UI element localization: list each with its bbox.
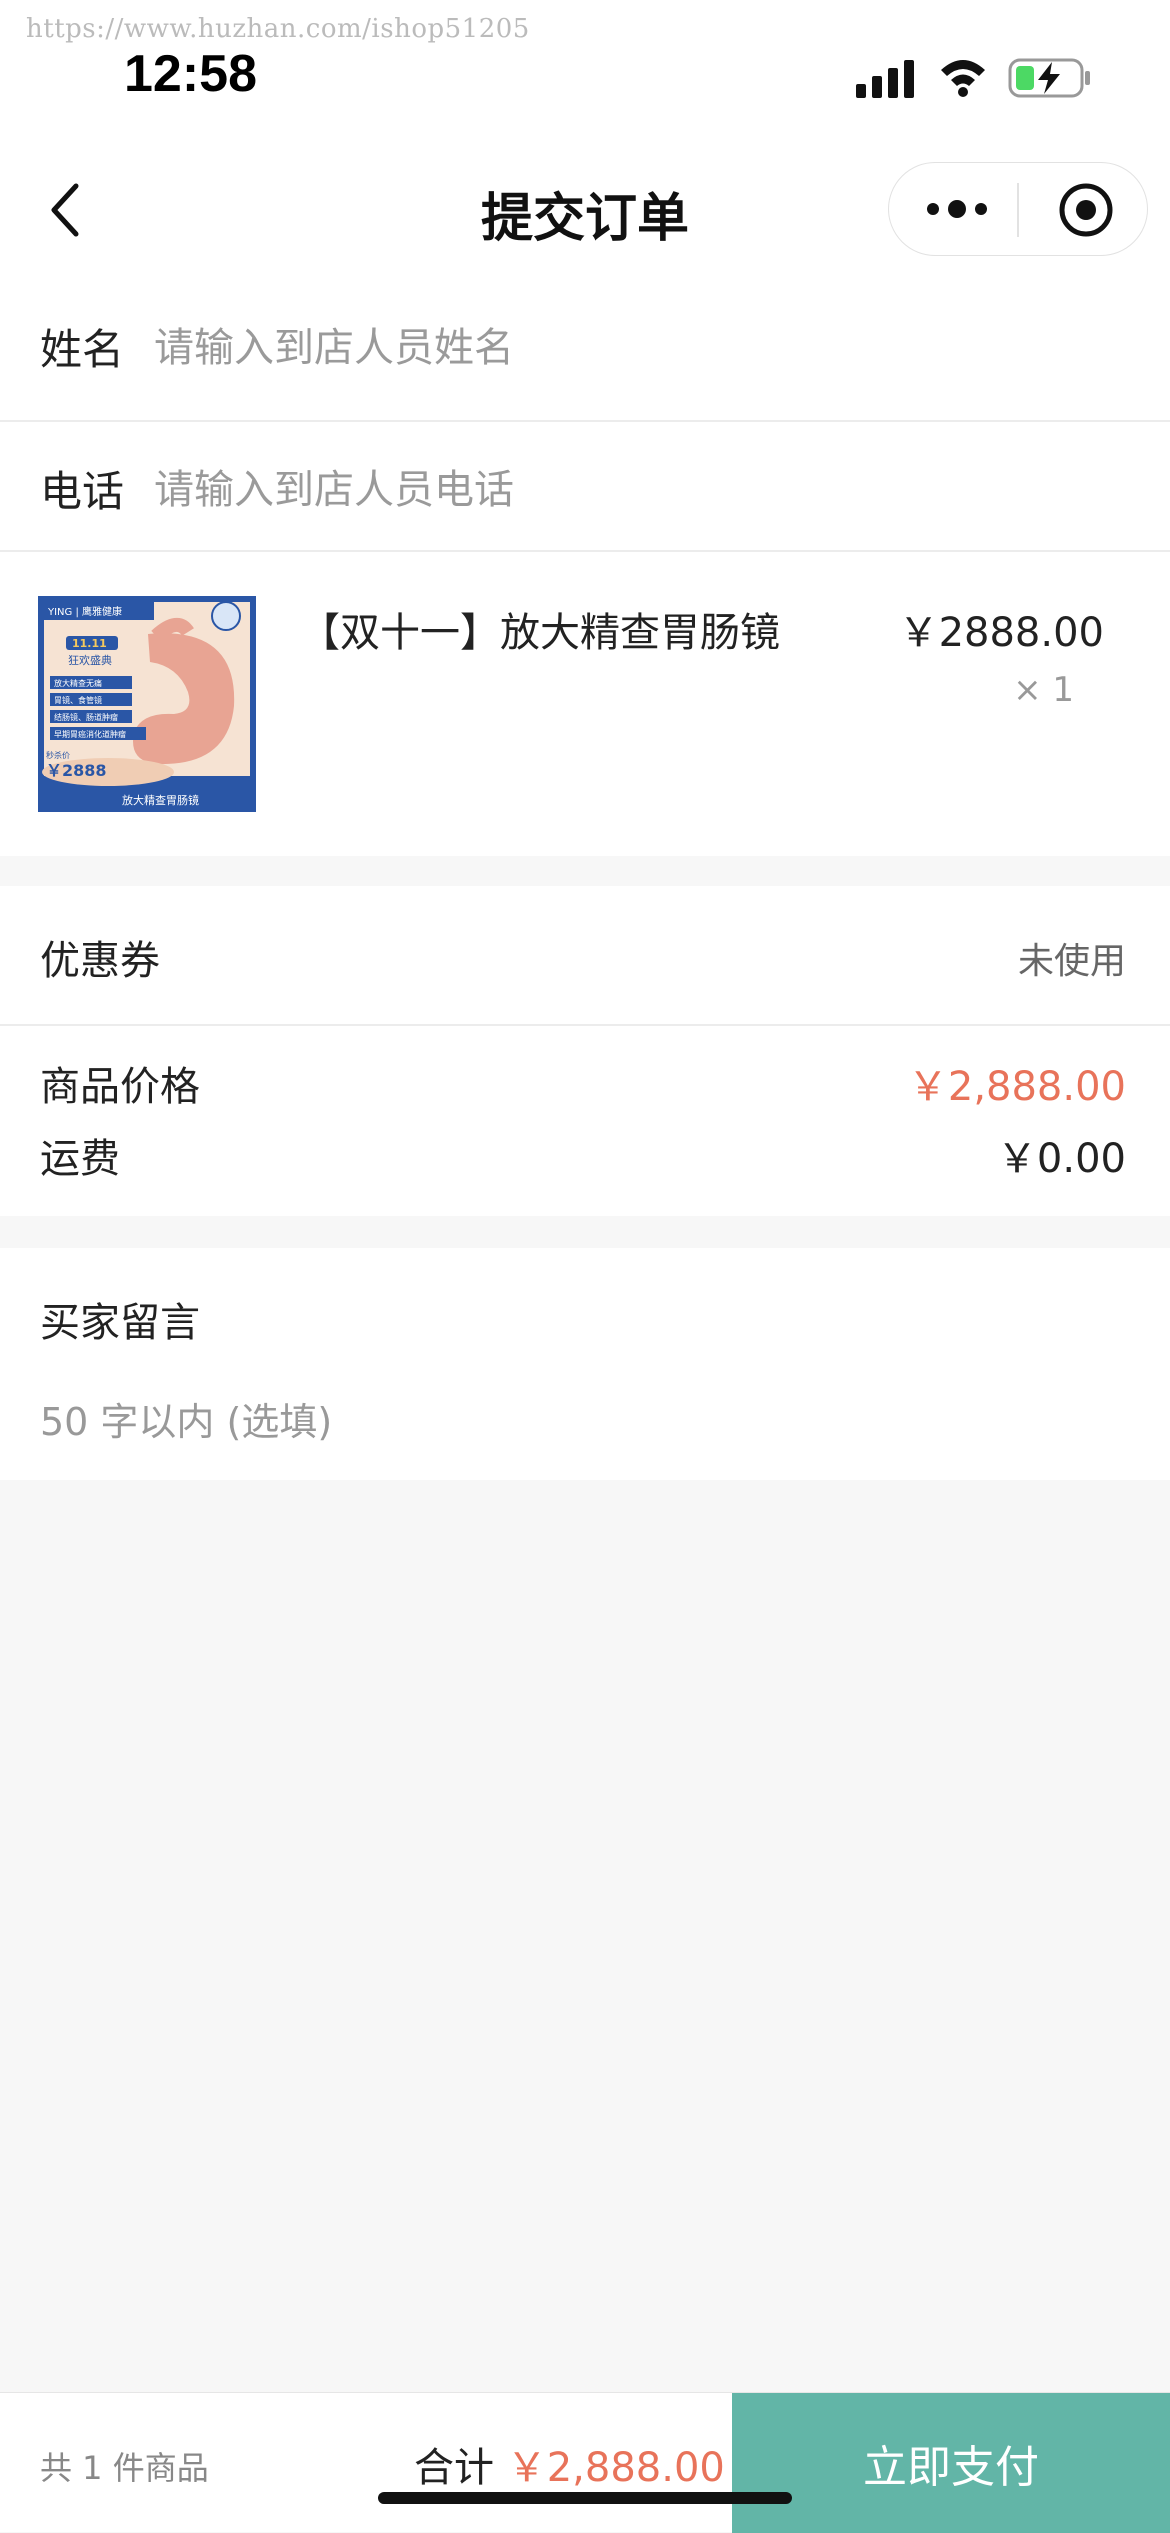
image-footer-text: 放大精查胃肠镜 xyxy=(122,793,199,807)
coupon-label: 优惠券 xyxy=(40,938,160,984)
image-price-label: 秒杀价 xyxy=(46,750,70,760)
product-image: YING | 鹰雅健康 11.11 狂欢盛典 放大精查无痛 胃镜、食管镜 结肠镜… xyxy=(38,596,256,812)
battery-charging-icon xyxy=(1008,58,1090,98)
item-count: 共 1 件商品 xyxy=(40,2449,209,2487)
image-badge-text: 11.11 xyxy=(72,637,107,650)
shipping-value: ￥0.00 xyxy=(996,1136,1126,1182)
navigation-bar: 提交订单 xyxy=(0,140,1170,280)
coupon-status: 未使用 xyxy=(1017,941,1126,982)
close-miniprogram-icon[interactable] xyxy=(1057,181,1115,239)
home-indicator xyxy=(378,2492,792,2504)
order-total: 合计 ￥2,888.00 xyxy=(414,2435,725,2493)
goods-price-label: 商品价格 xyxy=(40,1064,200,1110)
miniprogram-capsule xyxy=(888,162,1148,256)
phone-row: 电话 xyxy=(0,420,1170,562)
image-price-tag: ￥2888 xyxy=(46,761,107,780)
product-quantity: × 1 xyxy=(1013,670,1074,710)
pay-now-button[interactable]: 立即支付 xyxy=(732,2393,1170,2533)
goods-price-value: ￥2,888.00 xyxy=(907,1064,1126,1110)
image-sub-text: 狂欢盛典 xyxy=(68,653,112,667)
status-time: 12:58 xyxy=(124,45,257,103)
image-feature-3: 结肠镜、肠道肿瘤 xyxy=(54,712,118,722)
capsule-divider xyxy=(1017,183,1019,237)
total-label: 合计 xyxy=(414,2445,494,2491)
buyer-message-input[interactable] xyxy=(40,1394,1120,1450)
product-item: YING | 鹰雅健康 11.11 狂欢盛典 放大精查无痛 胃镜、食管镜 结肠镜… xyxy=(0,550,1170,856)
more-options-icon[interactable] xyxy=(927,189,987,229)
fee-section: 优惠券 未使用 商品价格 ￥2,888.00 运费 ￥0.00 xyxy=(0,886,1170,1216)
buyer-message-section: 买家留言 xyxy=(0,1248,1170,1480)
name-row: 姓名 xyxy=(0,280,1170,420)
image-feature-4: 早期胃癌消化道肿瘤 xyxy=(54,729,126,739)
image-feature-1: 放大精查无痛 xyxy=(54,678,102,688)
phone-label: 电话 xyxy=(40,467,125,516)
customer-form: 姓名 电话 xyxy=(0,280,1170,562)
name-label: 姓名 xyxy=(40,325,125,374)
wifi-icon xyxy=(941,60,985,97)
product-price: ￥2888.00 xyxy=(898,610,1104,656)
image-feature-2: 胃镜、食管镜 xyxy=(54,695,102,705)
cellular-signal-icon xyxy=(856,60,914,98)
total-value: ￥2,888.00 xyxy=(506,2445,725,2491)
checkout-bar: 共 1 件商品 合计 ￥2,888.00 立即支付 xyxy=(0,2392,1170,2533)
phone-input[interactable] xyxy=(154,456,1114,524)
shipping-label: 运费 xyxy=(40,1136,120,1182)
image-brand-text: YING | 鹰雅健康 xyxy=(47,605,122,618)
name-input[interactable] xyxy=(154,314,1114,382)
coupon-row[interactable]: 优惠券 未使用 xyxy=(0,886,1170,1026)
buyer-message-title: 买家留言 xyxy=(40,1300,200,1346)
product-name: 【双十一】放大精查胃肠镜 xyxy=(300,610,780,656)
watermark-text: https://www.huzhan.com/ishop51205 xyxy=(26,14,530,44)
